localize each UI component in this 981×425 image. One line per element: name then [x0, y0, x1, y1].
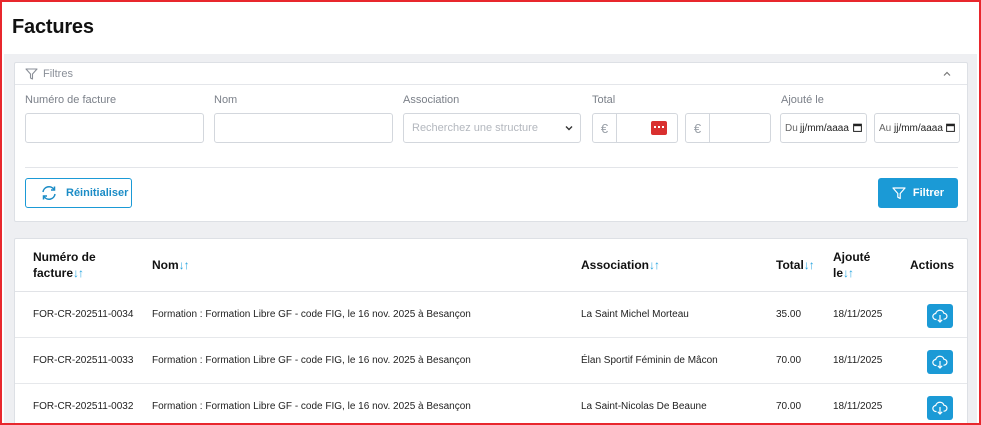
cell-invoice-number: FOR-CR-202511-0032	[33, 401, 134, 412]
total-label: Total	[592, 94, 616, 106]
date-to-input[interactable]: Au jj/mm/aaaa	[874, 113, 960, 143]
table-row: FOR-CR-202511-0032 Formation : Formation…	[15, 384, 967, 423]
column-header-label: Nom	[152, 258, 179, 272]
download-button[interactable]	[927, 396, 953, 420]
reset-button[interactable]: Réinitialiser	[25, 178, 132, 208]
association-select[interactable]: Recherchez une structure	[403, 113, 581, 143]
table-row: FOR-CR-202511-0034 Formation : Formation…	[15, 292, 967, 338]
cell-date: 18/11/2025	[833, 401, 883, 412]
app-frame: Factures Filtres Numéro de facture Nom A…	[0, 0, 981, 425]
total-max-input[interactable]: €	[685, 113, 771, 143]
cell-date: 18/11/2025	[833, 309, 883, 320]
cell-name: Formation : Formation Libre GF - code FI…	[152, 401, 471, 412]
cell-association: La Saint-Nicolas De Beaune	[581, 401, 707, 412]
filter-button-label: Filtrer	[912, 187, 945, 199]
cell-total: 70.00	[776, 355, 802, 366]
euro-icon: €	[686, 114, 710, 142]
filter-header-label: Filtres	[43, 67, 73, 80]
filter-header[interactable]: Filtres	[15, 63, 967, 85]
column-header-label: Association	[581, 258, 650, 272]
download-button[interactable]	[927, 350, 953, 374]
cloud-download-icon	[932, 401, 948, 415]
column-header-label: Total	[776, 258, 804, 272]
cloud-download-icon	[932, 355, 948, 369]
chevron-up-icon[interactable]	[942, 69, 952, 79]
added-label: Ajouté le	[781, 94, 824, 106]
column-header-label: Numéro de facture	[33, 250, 96, 280]
refresh-icon	[42, 186, 56, 200]
column-header-added[interactable]: Ajouté le↓↑	[833, 249, 878, 281]
column-header-name[interactable]: Nom↓↑	[152, 257, 190, 273]
date-from-input[interactable]: Du jj/mm/aaaa	[780, 113, 867, 143]
date-from-prefix: Du	[785, 123, 798, 134]
association-placeholder: Recherchez une structure	[412, 122, 538, 134]
date-to-prefix: Au	[879, 123, 892, 134]
calendar-icon[interactable]	[946, 123, 955, 132]
association-label: Association	[403, 94, 460, 106]
cell-invoice-number: FOR-CR-202511-0034	[33, 309, 134, 320]
cell-total: 70.00	[776, 401, 802, 412]
password-manager-icon[interactable]	[651, 121, 667, 135]
filter-icon	[892, 186, 906, 199]
filter-button[interactable]: Filtrer	[878, 178, 958, 208]
column-header-actions: Actions	[910, 258, 955, 272]
column-header-association[interactable]: Association↓↑	[581, 257, 660, 273]
name-label: Nom	[214, 94, 238, 106]
filter-divider	[25, 167, 958, 168]
cell-name: Formation : Formation Libre GF - code FI…	[152, 355, 471, 366]
invoices-table: Numéro de facture↓↑ Nom↓↑ Association↓↑ …	[14, 238, 968, 423]
cell-association: La Saint Michel Morteau	[581, 309, 689, 320]
sort-icon[interactable]: ↓↑	[73, 266, 84, 280]
date-to-placeholder: jj/mm/aaaa	[894, 123, 943, 134]
cell-invoice-number: FOR-CR-202511-0033	[33, 355, 134, 366]
invoice-number-input[interactable]	[25, 113, 204, 143]
sort-icon[interactable]: ↓↑	[179, 258, 190, 272]
download-button[interactable]	[927, 304, 953, 328]
cell-association: Élan Sportif Féminin de Mâcon	[581, 355, 718, 366]
filter-icon	[25, 67, 38, 80]
total-min-input[interactable]: €	[592, 113, 678, 143]
reset-button-label: Réinitialiser	[66, 187, 129, 199]
name-input[interactable]	[214, 113, 393, 143]
chevron-down-icon	[565, 126, 573, 131]
sort-icon[interactable]: ↓↑	[649, 258, 660, 272]
cell-date: 18/11/2025	[833, 355, 883, 366]
table-row: FOR-CR-202511-0033 Formation : Formation…	[15, 338, 967, 384]
calendar-icon[interactable]	[853, 123, 862, 132]
column-header-invoice-number[interactable]: Numéro de facture↓↑	[33, 249, 113, 281]
page-title: Factures	[12, 16, 94, 38]
cell-name: Formation : Formation Libre GF - code FI…	[152, 309, 471, 320]
invoice-number-label: Numéro de facture	[25, 94, 117, 106]
sort-icon[interactable]: ↓↑	[804, 258, 815, 272]
sort-icon[interactable]: ↓↑	[843, 266, 854, 280]
cell-total: 35.00	[776, 309, 802, 320]
date-from-placeholder: jj/mm/aaaa	[800, 123, 849, 134]
filter-panel: Filtres Numéro de facture Nom Associatio…	[14, 62, 968, 222]
main-content: Filtres Numéro de facture Nom Associatio…	[4, 54, 977, 423]
euro-icon: €	[593, 114, 617, 142]
column-header-total[interactable]: Total↓↑	[776, 257, 815, 273]
cloud-download-icon	[932, 309, 948, 323]
